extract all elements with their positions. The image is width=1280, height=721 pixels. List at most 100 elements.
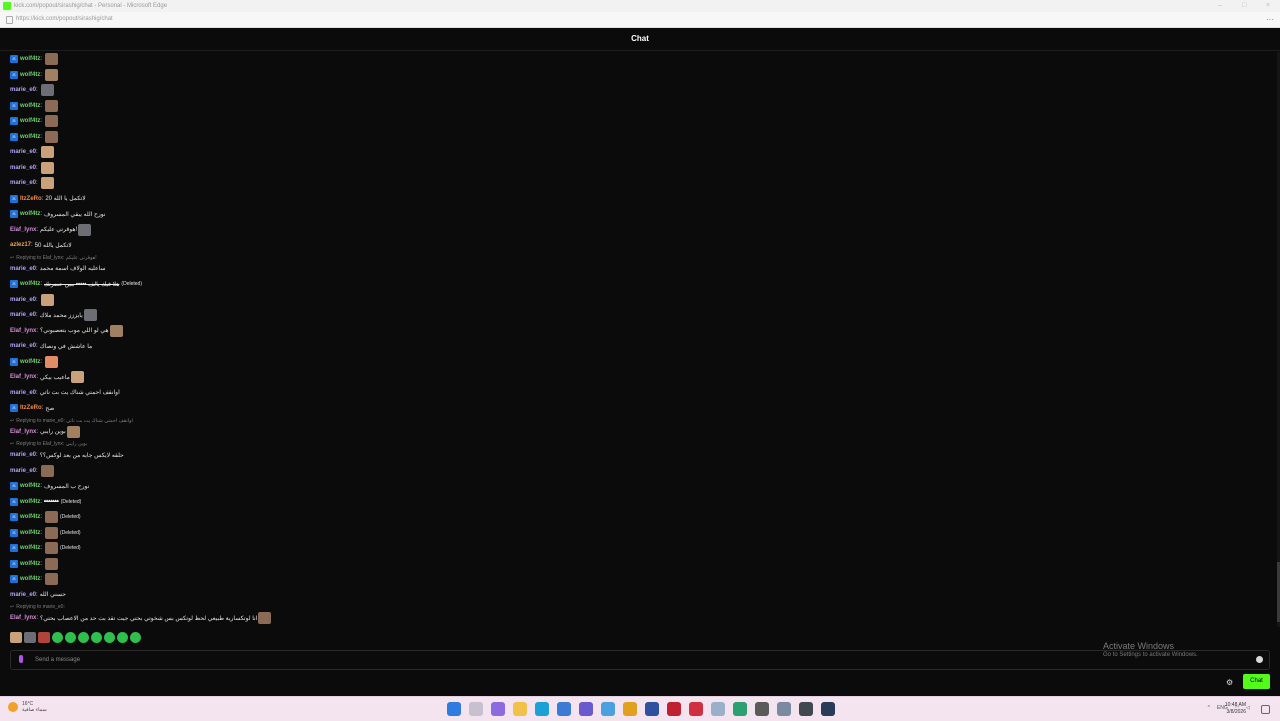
chat-username[interactable]: wolf4tz [20,359,40,365]
volume-icon[interactable]: ◁ [1246,705,1250,711]
chat-username[interactable]: Elaf_lynx [10,328,36,334]
gear-icon[interactable]: ⚙ [1226,678,1233,687]
app-icon-7[interactable] [799,702,813,716]
chat-message[interactable]: ⚔ wolf4tz: [10,52,59,66]
chat-username[interactable]: wolf4tz [20,561,40,567]
chat-message[interactable]: marie_e0: حسني الله [10,588,66,602]
chat-username[interactable]: marie_e0 [10,312,36,318]
maximize-icon[interactable]: □ [1242,0,1246,12]
chat-message[interactable]: Elaf_lynx: انا لوتكسارية طبيعي لحظ لوتكس … [10,611,272,625]
emote-quick-8[interactable] [104,632,115,643]
chat-message[interactable]: ⚔ wolf4tz: [10,355,59,369]
emote-quick-9[interactable] [117,632,128,643]
chat-message[interactable]: ⚔ wolf4tz: هلا فيك يالف ••••• مين حضرتك (De… [10,277,142,291]
chat-username[interactable]: wolf4tz [20,103,40,109]
minimize-icon[interactable]: – [1218,0,1222,12]
edge-icon[interactable] [535,702,549,716]
chat-username[interactable]: Elaf_lynx [10,374,36,380]
chat-message[interactable]: ⚔ wolf4tz: [10,99,59,113]
chat-username[interactable]: marie_e0 [10,180,36,186]
chat-username[interactable]: ItzZeRo [20,196,42,202]
chat-username[interactable]: wolf4tz [20,530,40,536]
chat-username[interactable]: wolf4tz [20,72,40,78]
chat-message[interactable]: marie_e0: ساعليه الولاف اسمة محمد [10,262,105,276]
chat-username[interactable]: wolf4tz [20,576,40,582]
chat-message[interactable]: ⚔ wolf4tz: [10,130,59,144]
emote-quick-1[interactable] [10,632,22,643]
chat-message[interactable]: marie_e0: [10,176,54,190]
chat-message[interactable]: marie_e0: [10,145,54,159]
emote-quick-2[interactable] [24,632,36,643]
chat-username[interactable]: wolf4tz [20,281,40,287]
weather-widget[interactable]: 16°C سماء صافية [8,701,47,713]
send-chat-button[interactable]: Chat [1243,674,1270,689]
emote-quick-7[interactable] [91,632,102,643]
chat-message[interactable]: ⚔ wolf4tz: [10,572,59,586]
discord-icon[interactable] [579,702,593,716]
copilot-icon[interactable] [491,702,505,716]
url-text[interactable]: https://kick.com/popout/sirashig/chat [16,12,113,27]
reply-context[interactable]: ↩ Replying to Elaf_lynx: بوين رايبي [10,440,87,448]
chat-message[interactable]: Elaf_lynx: بوين رايبي [10,425,80,439]
app-icon-4[interactable] [689,702,703,716]
chat-input-placeholder[interactable]: Send a message [35,651,80,669]
emoji-picker-icon[interactable] [1256,656,1263,663]
settings-app-icon[interactable] [777,702,791,716]
steam-icon[interactable] [821,702,835,716]
chat-message[interactable]: ⚔ wolf4tz: (Deleted) [10,526,81,540]
browser-icon[interactable] [601,702,615,716]
reply-context[interactable]: ↩ Replying to Elaf_lynx: هوقرتي عليكم! [10,254,97,262]
chat-username[interactable]: marie_e0 [10,297,36,303]
chat-message[interactable]: marie_e0: [10,161,54,175]
chat-username[interactable]: ItzZeRo [20,405,42,411]
start-icon[interactable] [447,702,461,716]
emote-quick-6[interactable] [78,632,89,643]
chat-username[interactable]: wolf4tz [20,134,40,140]
chat-username[interactable]: marie_e0 [10,87,36,93]
chat-message[interactable]: ⚔ wolf4tz: (Deleted) [10,510,81,524]
app-icon-6[interactable] [733,702,747,716]
notification-icon[interactable] [1261,705,1270,714]
chat-message[interactable]: marie_e0: حلقه لايكس جايه من بعد لوكس؟؟ [10,448,124,462]
chat-message[interactable]: Elaf_lynx: ماعيب بيكي [10,370,84,384]
emote-quick-5[interactable] [65,632,76,643]
mic-icon[interactable] [19,655,23,663]
search-icon[interactable] [469,702,483,716]
emote-quick-3[interactable] [38,632,50,643]
chat-message[interactable]: marie_e0: اوانقف احمتي شناك يت بت ناتي [10,386,120,400]
chat-message[interactable]: ⚔ wolf4tz: [10,557,59,571]
chat-username[interactable]: marie_e0 [10,468,36,474]
store-icon[interactable] [557,702,571,716]
chat-username[interactable]: wolf4tz [20,514,40,520]
chat-username[interactable]: wolf4tz [20,483,40,489]
close-icon[interactable]: × [1266,0,1270,12]
app-icon-2[interactable] [645,702,659,716]
chat-username[interactable]: wolf4tz [20,545,40,551]
chat-username[interactable]: marie_e0 [10,149,36,155]
chat-username[interactable]: Elaf_lynx [10,227,36,233]
taskbar-clock[interactable]: 10:48 AM 3/8/2026 [1225,702,1246,716]
chat-message[interactable]: ⚔ wolf4tz: نورح ب المسروف [10,479,89,493]
chat-username[interactable]: marie_e0 [10,266,36,272]
file-explorer-icon[interactable] [513,702,527,716]
chat-username[interactable]: marie_e0 [10,343,36,349]
more-options-icon[interactable]: ⋯ [1266,12,1274,27]
chat-message[interactable]: ⚔ wolf4tz: ••••••• (Deleted) [10,495,81,509]
chat-username[interactable]: marie_e0 [10,452,36,458]
emote-quick-10[interactable] [130,632,141,643]
chat-username[interactable]: marie_e0 [10,390,36,396]
chat-message[interactable]: ⚔ wolf4tz: (Deleted) [10,541,81,555]
obs-icon[interactable] [755,702,769,716]
emote-quick-4[interactable] [52,632,63,643]
chat-username[interactable]: azlez17 [10,242,31,248]
chat-message[interactable]: ⚔ ItzZeRo: لاتكمل يا الله 20 [10,192,86,206]
tray-chevron-icon[interactable]: ^ [1208,705,1210,711]
app-icon-1[interactable] [623,702,637,716]
chat-message[interactable]: ⚔ wolf4tz: [10,68,59,82]
chat-username[interactable]: Elaf_lynx [10,615,36,621]
reply-context[interactable]: ↩ Replying to marie_e0: اوانقف احمتي شناك… [10,417,133,425]
chat-message[interactable]: marie_e0: [10,464,54,478]
app-icon-5[interactable] [711,702,725,716]
chat-message[interactable]: marie_e0: [10,293,54,307]
chat-message[interactable]: ⚔ wolf4tz: نورح الله يبقي المسروف [10,207,106,221]
